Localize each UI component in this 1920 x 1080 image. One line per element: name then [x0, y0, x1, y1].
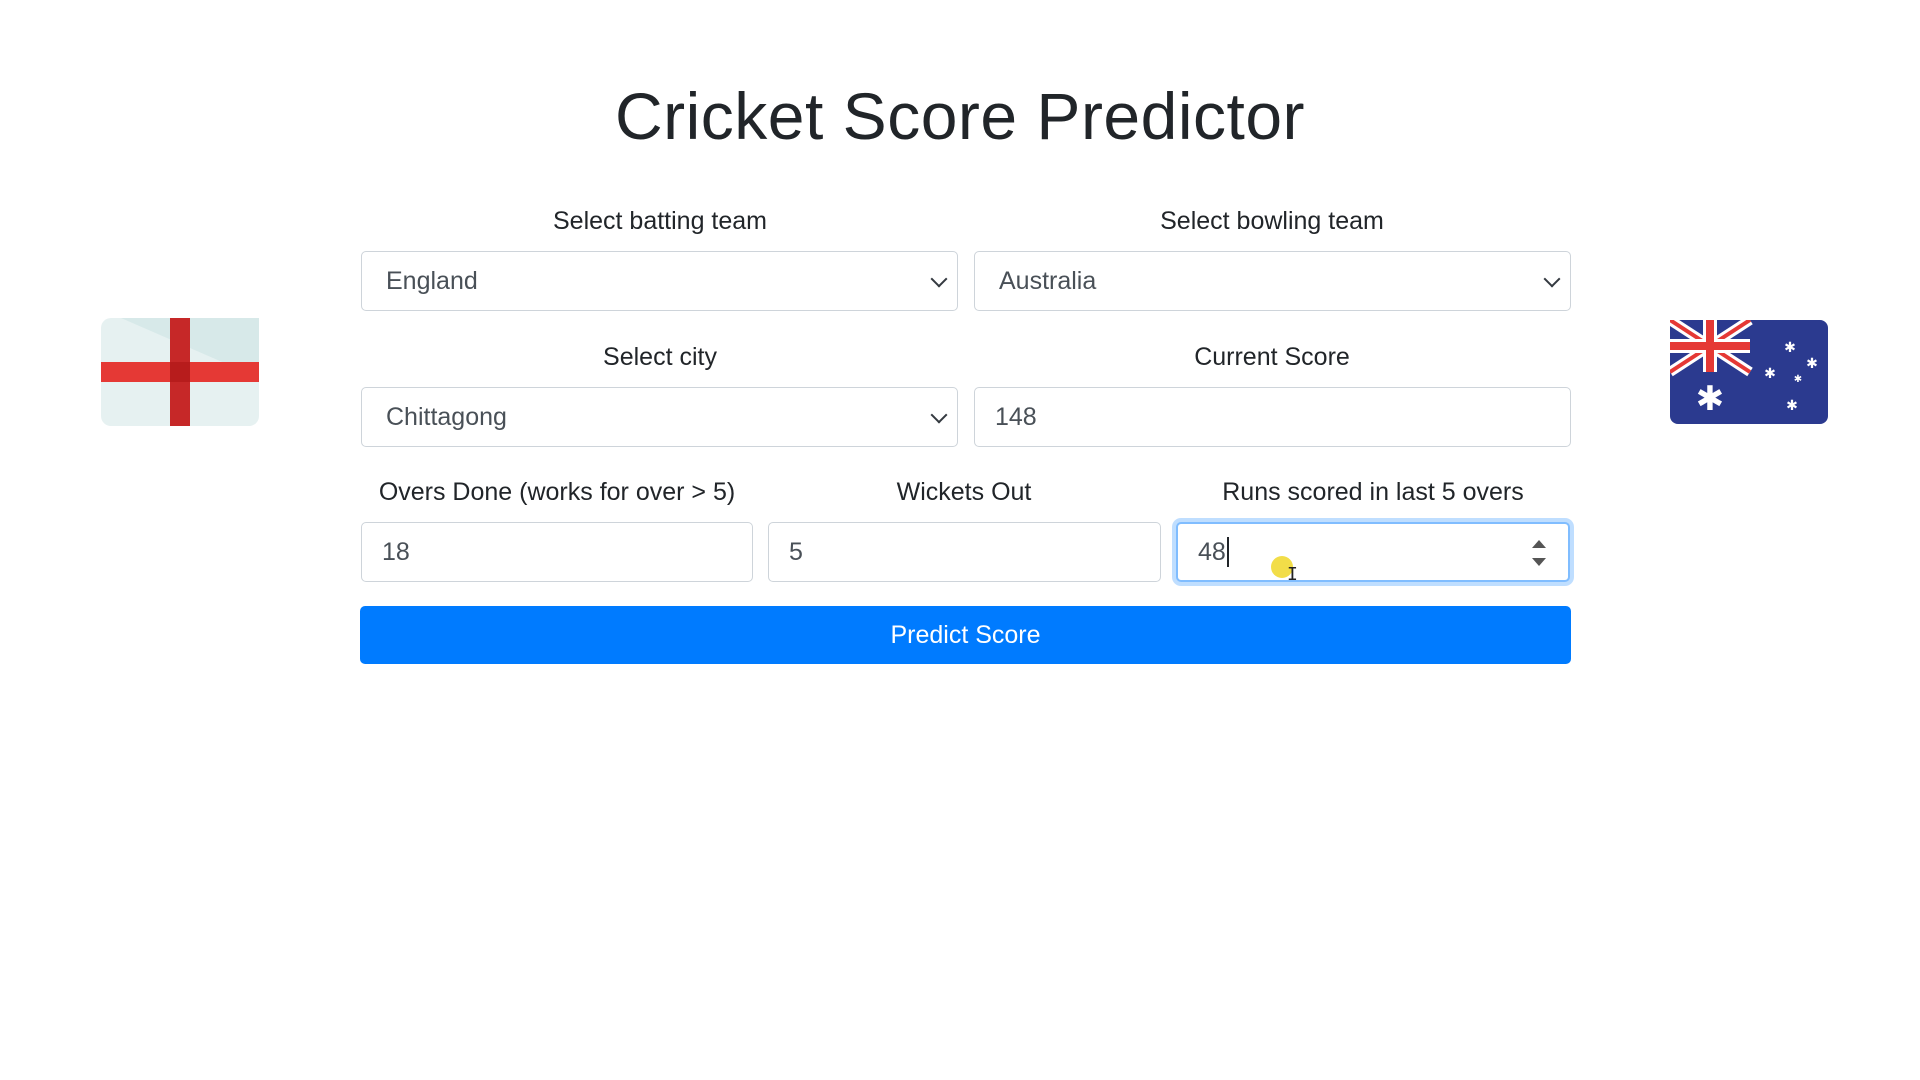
- batting-team-value: England: [386, 266, 478, 295]
- svg-text:✱: ✱: [1696, 379, 1725, 419]
- svg-text:✱: ✱: [1806, 356, 1818, 372]
- city-select[interactable]: Chittagong: [361, 387, 958, 447]
- current-score-input[interactable]: 148: [974, 387, 1571, 447]
- spin-up-icon[interactable]: [1532, 540, 1546, 548]
- england-flag-icon: [101, 318, 259, 426]
- page-title: Cricket Score Predictor: [614, 79, 1306, 153]
- last-five-label: Runs scored in last 5 overs: [1222, 478, 1524, 506]
- svg-text:✱: ✱: [1784, 340, 1796, 356]
- overs-input[interactable]: 18: [361, 522, 753, 582]
- svg-text:✱: ✱: [1764, 366, 1776, 382]
- chevron-down-icon: [930, 406, 948, 424]
- city-value: Chittagong: [386, 402, 507, 431]
- chevron-down-icon: [1543, 270, 1561, 288]
- overs-label: Overs Done (works for over > 5): [378, 478, 736, 506]
- wickets-input[interactable]: 5: [768, 522, 1161, 582]
- last-five-value: 48: [1198, 537, 1226, 566]
- current-score-value: 148: [995, 402, 1037, 431]
- wickets-label: Wickets Out: [896, 478, 1032, 506]
- current-score-label: Current Score: [1194, 343, 1350, 371]
- svg-text:✱: ✱: [1794, 374, 1802, 385]
- text-caret: [1226, 537, 1229, 567]
- page: ✱ ✱ ✱ ✱ ✱ ✱ Cricket Score Predictor Sele…: [0, 0, 1920, 1080]
- spin-down-icon[interactable]: [1532, 558, 1546, 566]
- predict-score-button[interactable]: Predict Score: [360, 606, 1571, 664]
- wickets-value: 5: [789, 537, 803, 566]
- australia-flag-icon: ✱ ✱ ✱ ✱ ✱ ✱: [1670, 320, 1828, 424]
- overs-value: 18: [382, 537, 410, 566]
- svg-text:✱: ✱: [1786, 398, 1798, 414]
- last-five-input[interactable]: 48: [1176, 522, 1570, 582]
- chevron-down-icon: [930, 270, 948, 288]
- bowling-team-select[interactable]: Australia: [974, 251, 1571, 311]
- batting-team-label: Select batting team: [552, 207, 767, 235]
- text-cursor-icon: I: [1287, 564, 1298, 585]
- city-label: Select city: [603, 343, 717, 371]
- batting-team-select[interactable]: England: [361, 251, 958, 311]
- bowling-team-value: Australia: [999, 266, 1097, 295]
- bowling-team-label: Select bowling team: [1160, 207, 1384, 235]
- number-spinner[interactable]: [1532, 538, 1546, 568]
